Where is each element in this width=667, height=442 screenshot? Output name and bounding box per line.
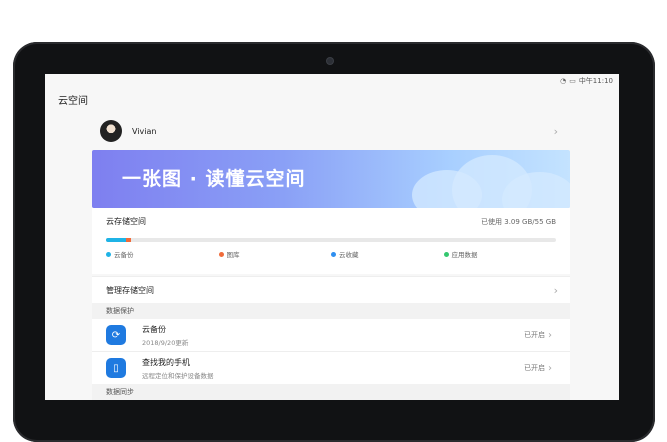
manage-storage-row[interactable]: 管理存储空间 › — [92, 276, 570, 303]
legend-item: 云备份 — [106, 249, 219, 259]
item-subtitle: 2018/9/20更新 — [142, 338, 189, 347]
legend-dot — [218, 251, 224, 257]
phone-find-icon: ▯ — [106, 358, 126, 378]
item-title: 查找我的手机 — [142, 357, 190, 367]
legend-label: 云备份 — [114, 251, 134, 259]
cloud-backup-icon: ⟳ — [106, 325, 126, 345]
page-title: 云空间 — [58, 96, 88, 107]
storage-segment-backup — [106, 238, 127, 242]
status-time: 中午11:10 — [578, 77, 613, 85]
legend-dot — [106, 251, 111, 257]
section-header-sync: 数据同步 — [92, 384, 570, 400]
profile-row[interactable]: Vivian › — [92, 114, 570, 148]
status-text: 已开启 — [524, 331, 545, 339]
status-text: 已开启 — [524, 364, 545, 372]
main-content: Vivian › 一张图 · 读懂云空间 云存储空间 已使用 3.09 GB/5… — [92, 114, 570, 400]
legend-label: 云收藏 — [339, 251, 359, 259]
storage-usage: 已使用 3.09 GB/55 GB — [481, 217, 556, 226]
list-item-cloud-backup[interactable]: ⟳ 云备份 2018/9/20更新 已开启 › — [92, 319, 570, 351]
item-status: 已开启 › — [524, 330, 552, 341]
storage-legend: 云备份 图库 云收藏 应用数据 — [106, 249, 556, 259]
promo-banner[interactable]: 一张图 · 读懂云空间 — [92, 150, 570, 208]
legend-item: 应用数据 — [443, 249, 557, 259]
wifi-icon: ◔ — [560, 77, 567, 85]
screen: ◔ ▭ 中午11:10 云空间 Vivian › 一张图 · 读懂云空间 云存储… — [45, 74, 619, 400]
front-camera — [327, 58, 333, 64]
legend-dot — [443, 251, 449, 257]
legend-item: 图库 — [218, 249, 332, 259]
item-subtitle: 远程定位和保护设备数据 — [142, 371, 214, 380]
storage-card: 云存储空间 已使用 3.09 GB/55 GB 云备份 图库 云收藏 应用数据 — [92, 208, 570, 274]
item-title: 云备份 — [142, 324, 166, 334]
storage-progress-bar — [106, 238, 556, 242]
legend-label: 应用数据 — [451, 251, 478, 259]
legend-label: 图库 — [226, 251, 240, 259]
manage-storage-label: 管理存储空间 — [106, 285, 154, 295]
chevron-right-icon: › — [553, 124, 558, 138]
storage-label: 云存储空间 — [106, 217, 146, 226]
chevron-right-icon: › — [548, 362, 552, 374]
list-item-find-phone[interactable]: ▯ 查找我的手机 远程定位和保护设备数据 已开启 › — [92, 351, 570, 384]
chevron-right-icon: › — [553, 283, 558, 297]
item-status: 已开启 › — [524, 363, 552, 374]
storage-segment-gallery — [126, 238, 132, 242]
legend-item: 云收藏 — [331, 249, 444, 259]
profile-name: Vivian — [132, 126, 157, 136]
section-header-protection: 数据保护 — [92, 303, 570, 319]
status-bar: ◔ ▭ 中午11:10 — [45, 74, 619, 88]
avatar — [100, 120, 122, 142]
legend-dot — [331, 251, 336, 257]
chevron-right-icon: › — [548, 329, 552, 341]
banner-text: 一张图 · 读懂云空间 — [122, 168, 306, 190]
battery-icon: ▭ — [569, 77, 576, 85]
